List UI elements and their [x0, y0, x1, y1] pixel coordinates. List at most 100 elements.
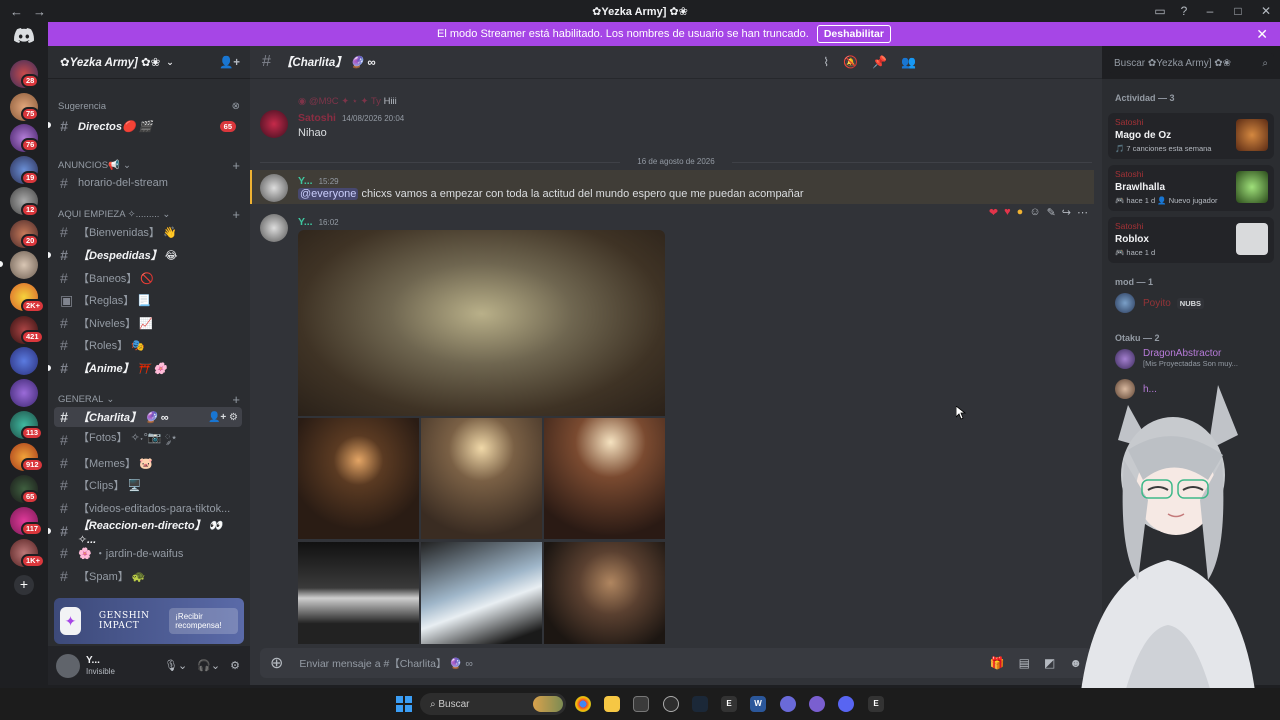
server-header[interactable]: ✿Yezka Army] ✿❀ ⌄ 👤+ — [48, 46, 250, 79]
channel-spam[interactable]: # 【Spam】 🐢 — [54, 566, 242, 586]
channel-memes[interactable]: # 【Memes】 🐷 — [54, 453, 242, 473]
channel-label: 【Spam】 🐢 — [78, 571, 146, 583]
photo-screen[interactable] — [298, 542, 419, 644]
photo-chandelier-room[interactable] — [421, 418, 542, 539]
forward-arrow-icon[interactable]: → — [33, 4, 46, 19]
channel-niveles[interactable]: # 【Niveles】 📈 — [54, 313, 242, 333]
avatar[interactable] — [260, 110, 288, 138]
category-general[interactable]: GENERAL ⌄ + — [58, 392, 240, 407]
mute-bell-icon[interactable]: 🔕 — [843, 55, 858, 69]
message-composer[interactable]: ⊕ Enviar mensaje a #【Charlita】 🔮 ∞ 🎁 ▤ ◩… — [260, 648, 1092, 678]
message-author[interactable]: Y... 16:02 — [298, 216, 339, 228]
avatar[interactable] — [56, 653, 80, 678]
taskbar-search[interactable]: ⌕ Buscar — [420, 693, 566, 715]
member-item[interactable]: DragonAbstractor [Mis Proyectadas Son mu… — [1115, 347, 1238, 371]
back-arrow-icon[interactable]: ← — [10, 4, 23, 19]
member-status: [Mis Proyectadas Son muy... — [1143, 359, 1238, 368]
epic-games-icon[interactable]: E — [721, 696, 737, 712]
microphone-icon[interactable]: 🎙⌄ — [164, 659, 187, 672]
game-promo-card[interactable]: ✦ GENSHIN IMPACT ¡Recibir recompensa! — [54, 598, 244, 644]
everyone-mention[interactable]: @everyone — [298, 188, 359, 200]
search-input[interactable]: Buscar ✿Yezka Army] ✿❀ ⌕ — [1108, 53, 1274, 73]
channel-reaccion[interactable]: # 【Reaccion-en-directo】 👀 ✧... — [54, 520, 242, 546]
photo-mountain[interactable] — [421, 542, 542, 644]
gear-icon[interactable]: ⚙ — [230, 659, 240, 672]
steam-icon[interactable] — [692, 696, 708, 712]
channel-directos[interactable]: # Directos🔴 🎬 65 — [54, 116, 242, 136]
chrome-icon[interactable] — [575, 696, 591, 712]
search-icon: ⌕ — [430, 698, 439, 710]
category-sugerencia[interactable]: Sugerencia ⊗ — [58, 101, 240, 112]
activity-card[interactable]: Satoshi Mago de Oz 🎵 7 canciones esta se… — [1108, 113, 1274, 159]
streamer-mode-banner: El modo Streamer está habilitado. Los no… — [48, 22, 1280, 46]
channel-reglas[interactable]: ▣ 【Reglas】 📃 — [54, 290, 242, 310]
photo-lamps[interactable] — [298, 418, 419, 539]
member-item[interactable]: Poyito NUBS — [1115, 291, 1205, 315]
channel-clips[interactable]: # 【Clips】 🖥️ — [54, 475, 242, 495]
close-window-button[interactable]: ✕ — [1252, 4, 1280, 18]
message-author[interactable]: Satoshi 14/08/2026 20:04 — [298, 112, 404, 124]
add-channel-icon[interactable]: + — [232, 392, 240, 407]
add-channel-icon[interactable]: + — [232, 207, 240, 222]
windows-start-icon[interactable] — [396, 696, 412, 712]
help-icon[interactable]: ? — [1172, 4, 1196, 18]
channel-anime[interactable]: # 【Anime】 ⛩️ 🌸 — [54, 358, 242, 378]
store-icon[interactable] — [633, 696, 649, 712]
file-explorer-icon[interactable] — [604, 696, 620, 712]
pin-icon[interactable]: 📌 — [872, 55, 887, 69]
reply-preview[interactable]: ◉ @M9C ✦ ⋆ ✦ Ty Hiii — [298, 96, 397, 107]
inbox-icon[interactable]: ▭ — [1148, 4, 1172, 18]
close-banner-icon[interactable]: ✕ — [1256, 26, 1268, 43]
channel-despedidas[interactable]: # 【Despedidas】 😂 — [54, 245, 242, 265]
activity-card[interactable]: Satoshi Brawlhalla 🎮 hace 1 d 👤 Nuevo ju… — [1108, 165, 1274, 211]
threads-icon[interactable]: ⌇ — [823, 55, 829, 69]
channel-videos-editados[interactable]: # 【videos-editados-para-tiktok... — [54, 498, 242, 518]
category-aqui-empieza[interactable]: AQUI EMPIEZA ✧......... ⌄ + — [58, 207, 240, 222]
invite-people-icon[interactable]: 👤+ — [219, 55, 240, 69]
epic-games-icon[interactable]: E — [868, 696, 884, 712]
add-channel-icon[interactable]: + — [232, 158, 240, 173]
attach-plus-icon[interactable]: ⊕ — [270, 653, 283, 673]
photo-tree[interactable] — [544, 542, 665, 644]
avatar[interactable] — [260, 214, 288, 242]
app-icon[interactable] — [780, 696, 796, 712]
gift-icon[interactable]: 🎁 — [990, 656, 1005, 670]
maximize-button[interactable]: □ — [1224, 4, 1252, 18]
minimize-button[interactable]: – — [1196, 4, 1224, 18]
channel-label: Directos🔴 🎬 — [78, 120, 153, 133]
gif-icon[interactable]: ▤ — [1019, 656, 1030, 670]
word-icon[interactable]: W — [750, 696, 766, 712]
member-list-icon[interactable]: 👥 — [901, 55, 916, 69]
server-icon[interactable] — [10, 347, 38, 375]
channel-bienvenidas[interactable]: # 【Bienvenidas】 👋 — [54, 222, 242, 242]
claim-reward-button[interactable]: ¡Recibir recompensa! — [169, 608, 238, 634]
photo-glass[interactable] — [298, 230, 665, 416]
photo-chandelier[interactable] — [544, 418, 665, 539]
disable-streamer-button[interactable]: Deshabilitar — [816, 25, 891, 43]
server-icon[interactable] — [10, 251, 38, 279]
category-anuncios[interactable]: ANUNCIOS📢 ⌄ + — [58, 158, 240, 173]
discord-taskbar-icon[interactable] — [838, 696, 854, 712]
app-icon[interactable] — [663, 696, 679, 712]
add-server-button[interactable]: + — [14, 575, 34, 595]
channel-jardin-de-waifus[interactable]: # 🌸 ・jardin-de-waifus — [54, 543, 242, 563]
message-author[interactable]: Y... 15:29 — [298, 175, 339, 187]
server-icon[interactable] — [10, 379, 38, 407]
channel-roles[interactable]: # 【Roles】 🎭 — [54, 335, 242, 355]
title-bar: ← → ✿Yezka Army] ✿❀ ▭ ? – □ ✕ — [0, 0, 1280, 22]
discord-home-icon[interactable] — [10, 24, 38, 46]
channel-baneos[interactable]: # 【Baneos】 🚫 — [54, 268, 242, 288]
channel-horario[interactable]: # horario-del-stream — [54, 173, 242, 193]
channel-fotos[interactable]: # 【Fotos】 ✧˖°📷 ༘⋆ — [54, 430, 242, 450]
window-title: ✿Yezka Army] ✿❀ — [592, 5, 688, 18]
close-icon[interactable]: ⊗ — [232, 101, 240, 112]
member-name: Poyito — [1143, 297, 1171, 309]
activity-title: Mago de Oz — [1115, 130, 1172, 141]
app-icon[interactable] — [809, 696, 825, 712]
channel-settings-icon[interactable]: 👤+ ⚙ — [208, 412, 238, 423]
author-name: Y... — [298, 175, 313, 187]
headphones-icon[interactable]: 🎧⌄ — [197, 659, 220, 672]
sticker-icon[interactable]: ◩ — [1044, 656, 1055, 670]
avatar[interactable] — [260, 174, 288, 202]
activity-card[interactable]: Satoshi Roblox 🎮 hace 1 d — [1108, 217, 1274, 263]
